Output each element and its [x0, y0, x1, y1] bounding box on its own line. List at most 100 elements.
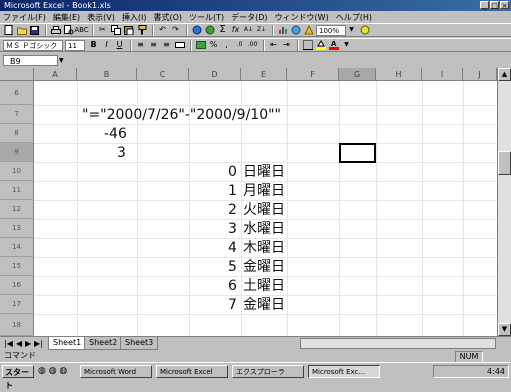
weekday-name[interactable]: 日曜日 — [243, 164, 285, 181]
horizontal-scrollbar[interactable] — [300, 338, 496, 349]
spreadsheet-grid[interactable]: A B C D E F G H I J 6 7 8 9 10 11 12 13 … — [0, 68, 511, 336]
quick-launch-icons[interactable]: ◍ ◍ ◍ — [38, 366, 67, 376]
fill-color-icon[interactable] — [315, 40, 326, 51]
prev-sheet-icon[interactable]: ◀ — [16, 338, 22, 349]
weekday-name[interactable]: 金曜日 — [243, 297, 285, 314]
weekday-name[interactable]: 木曜日 — [243, 240, 285, 257]
decrease-decimal-icon[interactable]: .00 — [247, 40, 258, 51]
save-icon[interactable] — [29, 25, 40, 36]
open-folder-icon[interactable] — [16, 25, 27, 36]
column-header-j[interactable]: J — [463, 68, 497, 81]
copy-icon[interactable] — [110, 25, 121, 36]
comma-style-icon[interactable]: , — [221, 40, 232, 51]
zoom-select[interactable]: 100% — [316, 24, 346, 36]
align-center-icon[interactable]: ≡ — [148, 40, 159, 51]
scroll-down-button[interactable]: ▼ — [498, 323, 511, 336]
weekday-number[interactable]: 4 — [228, 240, 237, 257]
increase-decimal-icon[interactable]: .0 — [234, 40, 245, 51]
italic-icon[interactable]: I — [101, 40, 112, 51]
redo-icon[interactable]: ↷ — [170, 25, 181, 36]
column-header-b[interactable]: B — [77, 68, 137, 81]
weekday-number[interactable]: 6 — [228, 278, 237, 295]
column-header-d[interactable]: D — [189, 68, 241, 81]
merge-center-icon[interactable] — [174, 40, 185, 51]
map-icon[interactable] — [290, 25, 301, 36]
column-header-e[interactable]: E — [241, 68, 287, 81]
cell-b9-value[interactable]: 3 — [117, 145, 126, 162]
column-header-a[interactable]: A — [34, 68, 77, 81]
menu-help[interactable]: ヘルプ(H) — [336, 12, 372, 23]
select-all-corner[interactable] — [0, 68, 34, 81]
start-button[interactable]: スタート — [2, 365, 34, 390]
selected-cell-g9[interactable] — [339, 143, 376, 163]
menu-insert[interactable]: 挿入(I) — [122, 12, 147, 23]
name-box[interactable]: B9 — [3, 55, 58, 66]
spelling-icon[interactable]: ABC — [74, 25, 88, 36]
task-explorer[interactable]: エクスプローラ — [232, 365, 304, 378]
autosum-icon[interactable]: Σ — [217, 25, 228, 36]
hyperlink-icon[interactable] — [191, 25, 202, 36]
weekday-name[interactable]: 月曜日 — [243, 183, 285, 200]
chevron-down-icon[interactable]: ▼ — [59, 56, 64, 65]
weekday-number[interactable]: 0 — [228, 164, 237, 181]
sheet-tab-sheet3[interactable]: Sheet3 — [120, 337, 159, 350]
weekday-number[interactable]: 2 — [228, 202, 237, 219]
menu-tools[interactable]: ツール(T) — [189, 12, 224, 23]
underline-icon[interactable]: U — [114, 40, 125, 51]
scrollbar-thumb[interactable] — [498, 151, 511, 175]
sheet-tab-sheet1[interactable]: Sheet1 — [48, 337, 87, 350]
row-header-17[interactable]: 17 — [0, 295, 34, 314]
bold-icon[interactable]: B — [88, 40, 99, 51]
next-sheet-icon[interactable]: ▶ — [25, 338, 31, 349]
row-header-15[interactable]: 15 — [0, 257, 34, 276]
first-sheet-icon[interactable]: |◀ — [4, 338, 13, 349]
weekday-name[interactable]: 金曜日 — [243, 259, 285, 276]
column-header-c[interactable]: C — [137, 68, 189, 81]
row-header-7[interactable]: 7 — [0, 105, 34, 124]
menu-format[interactable]: 書式(O) — [153, 12, 182, 23]
row-header-13[interactable]: 13 — [0, 219, 34, 238]
task-excel[interactable]: Microsoft Excel — [156, 365, 228, 378]
close-button[interactable]: × — [500, 1, 509, 10]
maximize-button[interactable]: □ — [490, 1, 499, 10]
menu-view[interactable]: 表示(V) — [87, 12, 115, 23]
cell-b7-formula-text[interactable]: "="2000/7/26"-"2000/9/10"" — [82, 107, 281, 124]
menu-window[interactable]: ウィンドウ(W) — [275, 12, 329, 23]
row-header-12[interactable]: 12 — [0, 200, 34, 219]
row-header-11[interactable]: 11 — [0, 181, 34, 200]
sheet-tab-sheet2[interactable]: Sheet2 — [84, 337, 123, 350]
print-icon[interactable] — [50, 25, 61, 36]
vertical-scrollbar[interactable]: ▲ ▼ — [497, 68, 511, 336]
task-excel-active[interactable]: Microsoft Exc... — [308, 365, 380, 378]
last-sheet-icon[interactable]: ▶| — [34, 338, 43, 349]
format-painter-icon[interactable] — [136, 25, 147, 36]
column-header-f[interactable]: F — [287, 68, 339, 81]
row-header-9[interactable]: 9 — [0, 143, 34, 162]
cut-icon[interactable]: ✂ — [97, 25, 108, 36]
row-header-14[interactable]: 14 — [0, 238, 34, 257]
sort-descending-icon[interactable]: Z↓ — [256, 25, 267, 36]
menu-file[interactable]: ファイル(F) — [3, 12, 46, 23]
row-header-18[interactable]: 18 — [0, 314, 34, 336]
column-header-i[interactable]: I — [422, 68, 463, 81]
align-right-icon[interactable]: ≡ — [161, 40, 172, 51]
chevron-down-icon[interactable]: ▼ — [346, 25, 357, 36]
drawing-icon[interactable] — [303, 25, 314, 36]
weekday-number[interactable]: 5 — [228, 259, 237, 276]
weekday-name[interactable]: 火曜日 — [243, 202, 285, 219]
menu-edit[interactable]: 編集(E) — [53, 12, 80, 23]
paste-icon[interactable] — [123, 25, 134, 36]
function-icon[interactable]: fx — [230, 25, 241, 36]
sort-ascending-icon[interactable]: A↓ — [243, 25, 254, 36]
borders-icon[interactable] — [302, 40, 313, 51]
decrease-indent-icon[interactable]: ⇤ — [268, 40, 279, 51]
task-word[interactable]: Microsoft Word — [80, 365, 152, 378]
cell-b8-value[interactable]: -46 — [104, 126, 127, 143]
web-toolbar-icon[interactable] — [204, 25, 215, 36]
column-header-g[interactable]: G — [339, 68, 376, 81]
font-color-icon[interactable]: A — [328, 40, 339, 51]
minimize-button[interactable]: _ — [480, 1, 489, 10]
increase-indent-icon[interactable]: ⇥ — [281, 40, 292, 51]
row-header-16[interactable]: 16 — [0, 276, 34, 295]
chart-wizard-icon[interactable] — [277, 25, 288, 36]
